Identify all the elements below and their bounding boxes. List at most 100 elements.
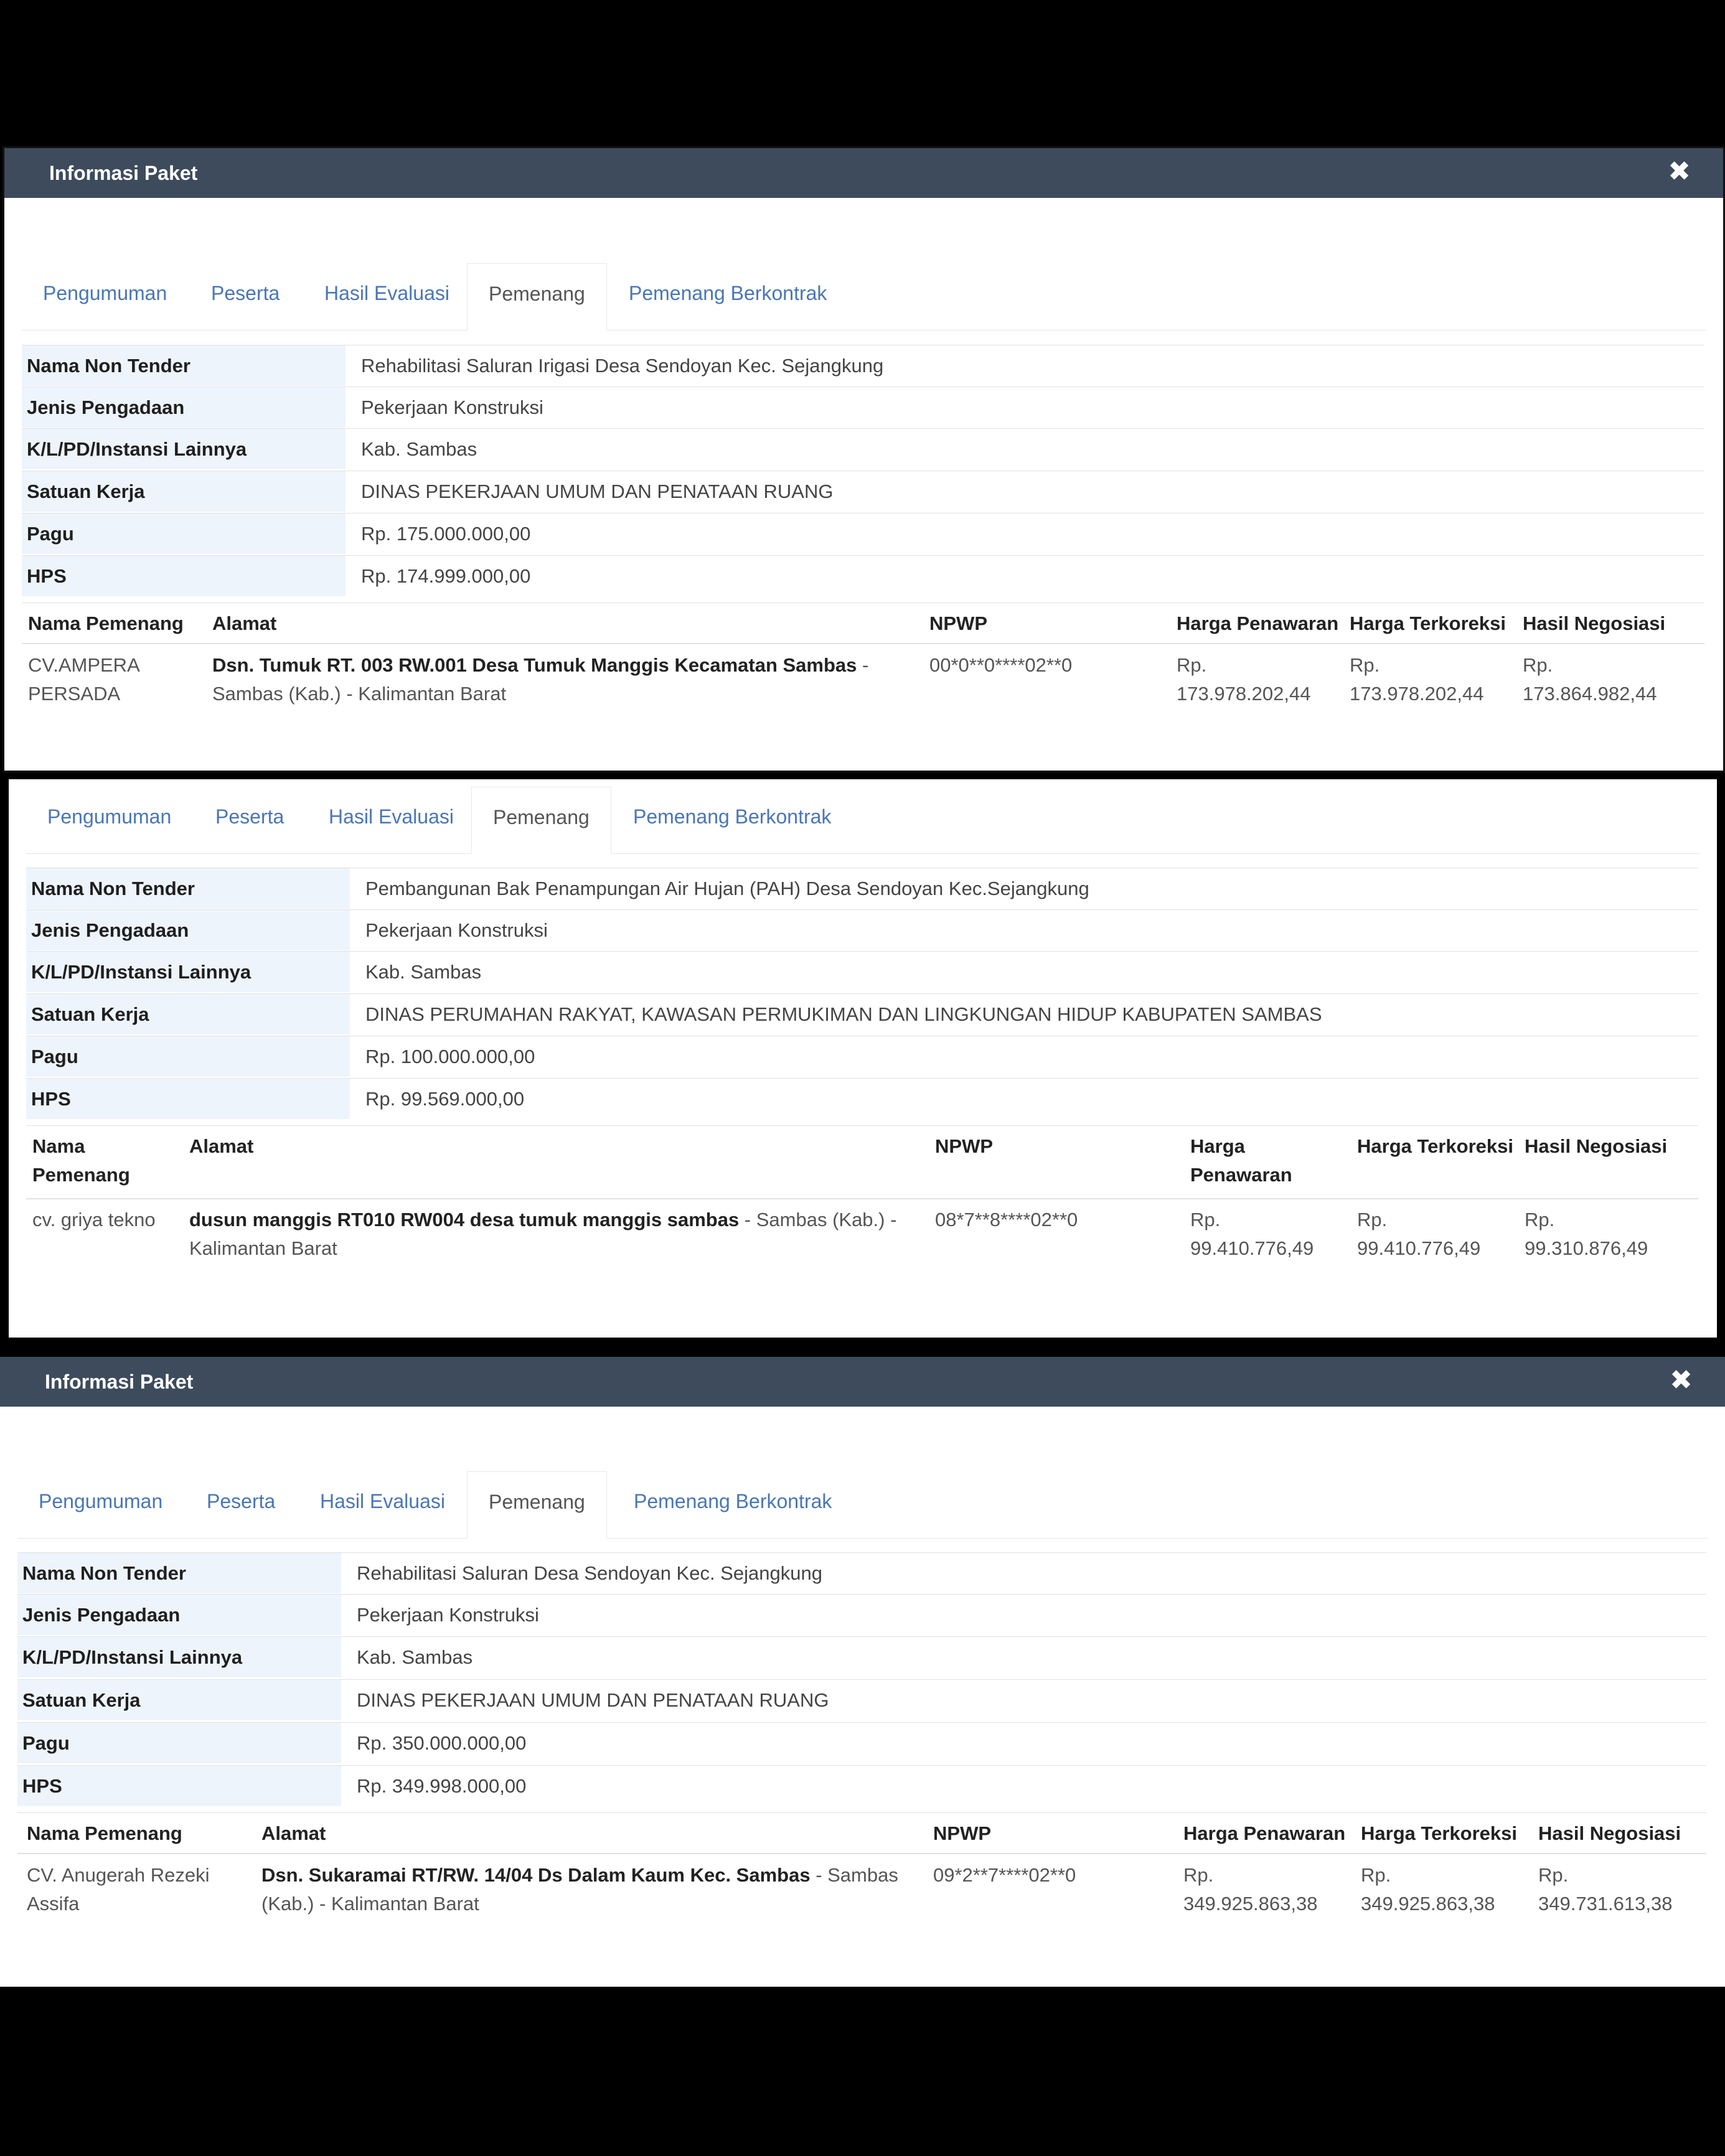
- header-alamat: Alamat: [261, 1822, 326, 1844]
- header-npwp: NPWP: [933, 1822, 991, 1844]
- tab-pemenang-berkontrak[interactable]: Pemenang Berkontrak: [612, 787, 852, 854]
- winner-nama-line1: CV. Anugerah Rezeki: [27, 1864, 210, 1886]
- header-nama-line1: Nama: [32, 1135, 85, 1157]
- winner-table-header: Nama Pemenang Alamat NPWP Harga Penawara…: [26, 1126, 1698, 1199]
- currency-label: Rp.: [1523, 654, 1553, 676]
- label-nama-non-tender: Nama Non Tender: [17, 1553, 341, 1593]
- header-harga-terkoreksi: Harga Terkoreksi: [1361, 1822, 1517, 1844]
- value-satuan-kerja: DINAS PEKERJAAN UMUM DAN PENATAAN RUANG: [361, 480, 834, 502]
- label-klpd: K/L/PD/Instansi Lainnya: [17, 1637, 341, 1677]
- header-hasil-negosiasi: Hasil Negosiasi: [1538, 1822, 1681, 1844]
- winner-nama-line2: Assifa: [27, 1893, 80, 1915]
- close-icon[interactable]: ✖: [1668, 158, 1691, 185]
- tab-pengumuman[interactable]: Pengumuman: [26, 787, 192, 854]
- header-npwp: NPWP: [929, 612, 987, 634]
- amount: 99.410.776,49: [1190, 1237, 1314, 1259]
- tab-bar: Pengumuman Peserta Hasil Evaluasi Pemena…: [26, 787, 1699, 854]
- winner-hasil-negosiasi: Rp. 99.310.876,49: [1525, 1206, 1648, 1263]
- tab-hasil-evaluasi[interactable]: Hasil Evaluasi: [308, 787, 475, 854]
- row-nama-non-tender: Nama Non Tender Rehabilitasi Saluran Iri…: [22, 345, 1704, 386]
- modal-title: Informasi Paket: [49, 162, 198, 184]
- value-satuan-kerja: DINAS PEKERJAAN UMUM DAN PENATAAN RUANG: [357, 1689, 829, 1711]
- tab-pemenang[interactable]: Pemenang: [467, 1471, 607, 1539]
- label-nama-non-tender: Nama Non Tender: [26, 868, 350, 909]
- currency-label: Rp.: [1357, 1209, 1388, 1230]
- header-hasil-negosiasi: Hasil Negosiasi: [1525, 1135, 1668, 1157]
- tab-hasil-evaluasi[interactable]: Hasil Evaluasi: [299, 1471, 466, 1539]
- winner-harga-penawaran: Rp. 173.978.202,44: [1177, 651, 1311, 708]
- value-pagu: Rp. 350.000.000,00: [357, 1732, 527, 1754]
- winner-nama-line2: PERSADA: [28, 683, 121, 705]
- winner-table: Nama Pemenang Alamat NPWP Harga Penawara…: [26, 1125, 1698, 1300]
- winner-alamat-street: dusun manggis RT010 RW004 desa tumuk man…: [189, 1209, 740, 1230]
- row-nama-non-tender: Nama Non Tender Pembangunan Bak Penampun…: [26, 868, 1698, 909]
- info-paket-panel-1: Informasi Paket ✖ Pengumuman Peserta Has…: [2, 146, 1725, 772]
- row-nama-non-tender: Nama Non Tender Rehabilitasi Saluran Des…: [17, 1552, 1706, 1593]
- row-jenis-pengadaan: Jenis Pengadaan Pekerjaan Konstruksi: [17, 1594, 1706, 1635]
- value-satuan-kerja: DINAS PERUMAHAN RAKYAT, KAWASAN PERMUKIM…: [365, 1003, 1322, 1025]
- row-satuan-kerja: Satuan Kerja DINAS PEKERJAAN UMUM DAN PE…: [17, 1679, 1706, 1720]
- winner-hasil-negosiasi: Rp. 173.864.982,44: [1523, 651, 1657, 708]
- row-jenis-pengadaan: Jenis Pengadaan Pekerjaan Konstruksi: [26, 909, 1698, 950]
- header-nama-line2: Pemenang: [32, 1164, 130, 1186]
- tab-hasil-evaluasi[interactable]: Hasil Evaluasi: [303, 263, 471, 330]
- header-harga-terkoreksi: Harga Terkoreksi: [1357, 1135, 1513, 1157]
- value-klpd: Kab. Sambas: [361, 438, 477, 460]
- value-nama-non-tender: Rehabilitasi Saluran Irigasi Desa Sendoy…: [361, 355, 884, 377]
- header-harga-penawaran: Harga Penawaran: [1190, 1132, 1292, 1189]
- row-hps: HPS Rp. 349.998.000,00: [17, 1765, 1706, 1806]
- tab-peserta[interactable]: Peserta: [190, 263, 301, 330]
- label-hps: HPS: [26, 1079, 350, 1119]
- currency-label: Rp.: [1350, 654, 1380, 676]
- header-penawaran-line1: Harga: [1190, 1135, 1245, 1157]
- tab-pemenang-berkontrak[interactable]: Pemenang Berkontrak: [608, 263, 848, 330]
- tab-peserta[interactable]: Peserta: [194, 787, 305, 854]
- tab-pengumuman[interactable]: Pengumuman: [17, 1471, 184, 1539]
- label-satuan-kerja: Satuan Kerja: [17, 1680, 341, 1720]
- winner-npwp: 09*2**7****02**0: [933, 1864, 1076, 1886]
- winner-alamat: Dsn. Sukaramai RT/RW. 14/04 Ds Dalam Kau…: [261, 1861, 898, 1918]
- winner-alamat-street: Dsn. Tumuk RT. 003 RW.001 Desa Tumuk Man…: [212, 654, 857, 676]
- tab-pemenang-berkontrak[interactable]: Pemenang Berkontrak: [613, 1471, 853, 1539]
- amount: 349.925.863,38: [1361, 1893, 1495, 1915]
- header-nama-pemenang: Nama Pemenang: [27, 1822, 182, 1844]
- amount: 349.731.613,38: [1538, 1893, 1673, 1915]
- winner-harga-terkoreksi: Rp. 99.410.776,49: [1357, 1206, 1480, 1263]
- winner-table-header: Nama Pemenang Alamat NPWP Harga Penawara…: [17, 1813, 1706, 1854]
- amount: 173.864.982,44: [1523, 683, 1657, 705]
- tab-peserta[interactable]: Peserta: [186, 1471, 296, 1539]
- info-paket-panel-3: Informasi Paket ✖ Pengumuman Peserta Has…: [0, 1357, 1725, 1987]
- currency-label: Rp.: [1525, 1209, 1555, 1230]
- winner-npwp: 08*7**8****02**0: [935, 1209, 1078, 1230]
- value-hps: Rp. 174.999.000,00: [361, 565, 531, 587]
- header-alamat: Alamat: [212, 612, 277, 634]
- winner-alamat-sep: - Sambas (Kab.) -: [739, 1209, 897, 1230]
- label-jenis-pengadaan: Jenis Pengadaan: [26, 910, 350, 950]
- modal-header: Informasi Paket ✖: [0, 1357, 1725, 1407]
- row-pagu: Pagu Rp. 175.000.000,00: [22, 513, 1704, 554]
- value-klpd: Kab. Sambas: [357, 1646, 473, 1668]
- value-hps: Rp. 99.569.000,00: [365, 1088, 525, 1110]
- tab-pemenang[interactable]: Pemenang: [471, 787, 611, 854]
- close-icon[interactable]: ✖: [1670, 1367, 1693, 1394]
- value-pagu: Rp. 100.000.000,00: [365, 1046, 535, 1067]
- header-penawaran-line2: Penawaran: [1190, 1164, 1292, 1186]
- label-klpd: K/L/PD/Instansi Lainnya: [26, 952, 350, 992]
- header-harga-penawaran: Harga Penawaran: [1183, 1822, 1346, 1844]
- row-hps: HPS Rp. 174.999.000,00: [22, 555, 1704, 596]
- winner-table-header: Nama Pemenang Alamat NPWP Harga Penawara…: [22, 603, 1704, 644]
- amount: 173.978.202,44: [1350, 683, 1484, 705]
- winner-nama: cv. griya tekno: [32, 1209, 156, 1230]
- tab-pengumuman[interactable]: Pengumuman: [22, 263, 188, 330]
- label-hps: HPS: [22, 556, 345, 596]
- tab-pemenang[interactable]: Pemenang: [467, 263, 607, 330]
- winner-alamat-region: Sambas (Kab.) - Kalimantan Barat: [212, 683, 507, 705]
- winner-alamat: Dsn. Tumuk RT. 003 RW.001 Desa Tumuk Man…: [212, 651, 868, 708]
- amount: 99.310.876,49: [1525, 1237, 1648, 1259]
- label-jenis-pengadaan: Jenis Pengadaan: [22, 387, 345, 428]
- winner-npwp: 00*0**0****02**0: [929, 654, 1073, 676]
- winner-alamat-sep: -: [857, 654, 869, 676]
- winner-harga-terkoreksi: Rp. 349.925.863,38: [1361, 1861, 1495, 1918]
- row-pagu: Pagu Rp. 100.000.000,00: [26, 1036, 1698, 1077]
- winner-alamat-region: Kalimantan Barat: [189, 1237, 337, 1259]
